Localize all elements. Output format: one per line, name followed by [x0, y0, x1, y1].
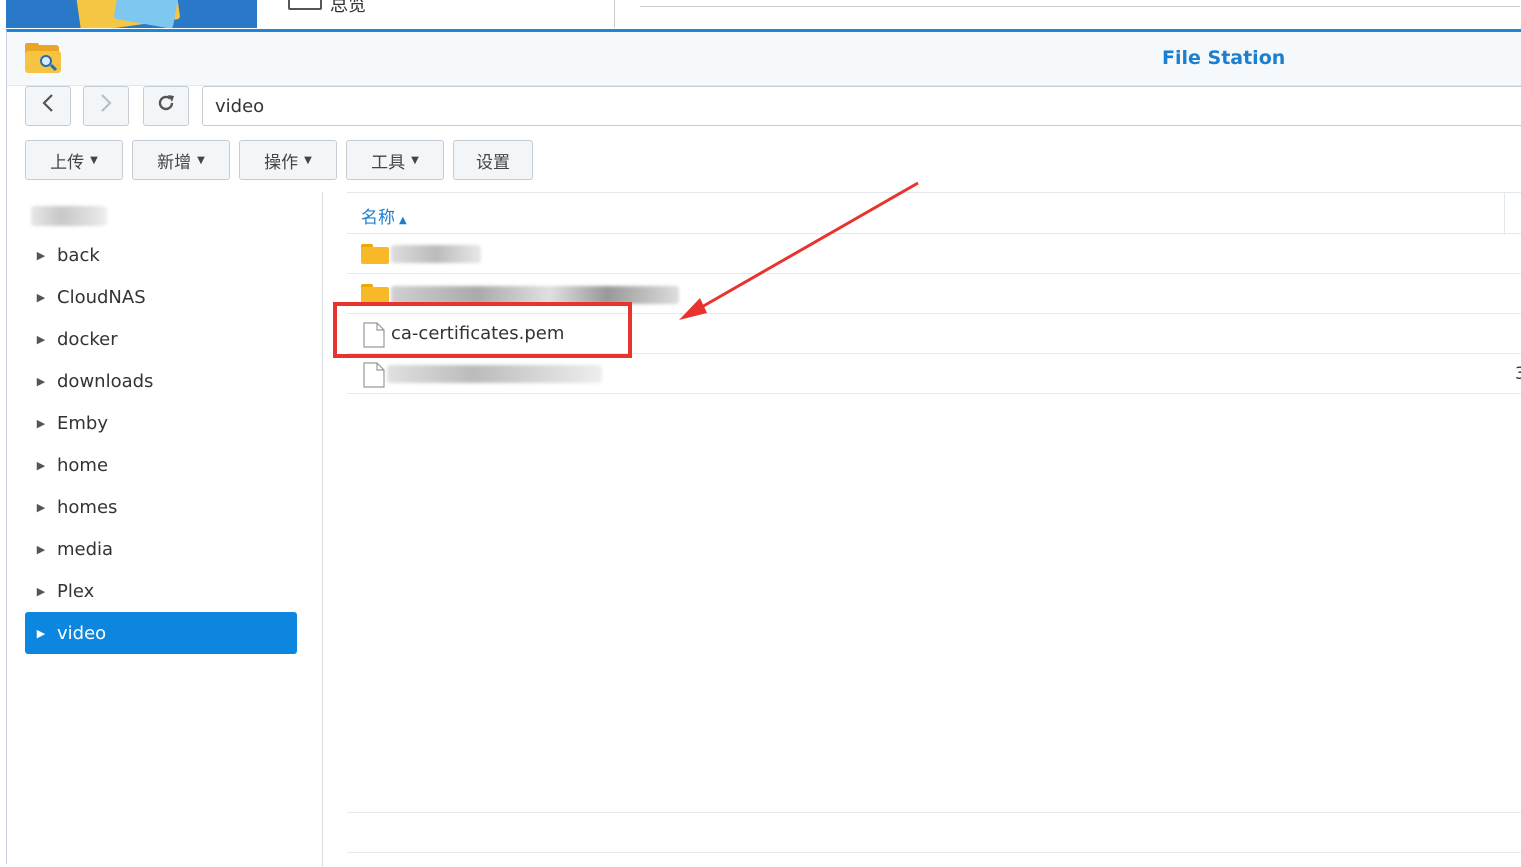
annotation-highlight-box	[333, 302, 632, 358]
file-icon	[363, 362, 385, 388]
background-tab-label: 总览	[330, 0, 366, 16]
folder-icon	[361, 284, 391, 304]
upload-button[interactable]: 上传 ▼	[25, 140, 123, 180]
tree-item-back[interactable]: ▶ back	[25, 234, 297, 276]
tree-item-downloads[interactable]: ▶ downloads	[25, 360, 297, 402]
column-header-name[interactable]: 名称 ▲	[361, 203, 407, 228]
chevron-right-icon	[99, 93, 113, 119]
tree-item-homes[interactable]: ▶ homes	[25, 486, 297, 528]
tree-item-emby[interactable]: ▶ Emby	[25, 402, 297, 444]
blurred-folder-name	[391, 245, 481, 263]
caret-down-icon: ▼	[197, 154, 205, 166]
expand-arrow-icon[interactable]: ▶	[25, 249, 57, 262]
window-title: File Station	[1162, 47, 1286, 69]
file-station-app-icon	[25, 43, 61, 73]
root-node-blurred[interactable]	[31, 206, 107, 226]
caret-down-icon: ▼	[90, 154, 98, 166]
overview-icon	[288, 0, 322, 10]
file-station-window: File Station 上传▼ 新增▼ 操作▼ 工具▼ 设置 ▶back ▶C…	[6, 29, 1521, 867]
tree-item-media[interactable]: ▶ media	[25, 528, 297, 570]
sort-ascending-icon: ▲	[399, 215, 407, 226]
folder-tree: ▶ back ▶ CloudNAS ▶ docker ▶ downloads ▶ Emby…	[7, 192, 323, 867]
title-bar: File Station	[7, 32, 1521, 86]
expand-arrow-icon[interactable]: ▶	[25, 585, 57, 598]
blurred-file-name	[387, 365, 602, 383]
file-list: 名称 ▲ ca-certificates.pem 3	[347, 192, 1521, 867]
expand-arrow-icon[interactable]: ▶	[25, 417, 57, 430]
tree-item-docker[interactable]: ▶ docker	[25, 318, 297, 360]
background-window: 总览	[0, 0, 1521, 30]
background-app-tile	[6, 0, 257, 28]
expand-arrow-icon[interactable]: ▶	[25, 459, 57, 472]
list-row[interactable]	[347, 234, 1521, 274]
caret-down-icon: ▼	[411, 154, 419, 166]
list-row[interactable]: 3	[347, 354, 1521, 394]
path-input[interactable]	[202, 86, 1521, 126]
expand-arrow-icon[interactable]: ▶	[25, 543, 57, 556]
tree-item-cloudnas[interactable]: ▶ CloudNAS	[25, 276, 297, 318]
create-button[interactable]: 新增 ▼	[132, 140, 230, 180]
expand-arrow-icon[interactable]: ▶	[25, 333, 57, 346]
tree-item-plex[interactable]: ▶ Plex	[25, 570, 297, 612]
forward-button[interactable]	[83, 86, 129, 126]
tree-item-home[interactable]: ▶ home	[25, 444, 297, 486]
expand-arrow-icon[interactable]: ▶	[25, 627, 57, 640]
action-button[interactable]: 操作 ▼	[239, 140, 337, 180]
caret-down-icon: ▼	[304, 154, 312, 166]
expand-arrow-icon[interactable]: ▶	[25, 501, 57, 514]
chevron-left-icon	[41, 93, 55, 119]
expand-arrow-icon[interactable]: ▶	[25, 375, 57, 388]
expand-arrow-icon[interactable]: ▶	[25, 291, 57, 304]
settings-button[interactable]: 设置	[453, 140, 533, 180]
tools-button[interactable]: 工具 ▼	[346, 140, 444, 180]
tree-item-video[interactable]: ▶ video	[25, 612, 297, 654]
file-size: 3	[1515, 364, 1521, 384]
refresh-button[interactable]	[143, 86, 189, 126]
folder-icon	[361, 244, 391, 264]
list-header: 名称 ▲	[347, 192, 1521, 235]
back-button[interactable]	[25, 86, 71, 126]
refresh-icon	[156, 93, 176, 119]
